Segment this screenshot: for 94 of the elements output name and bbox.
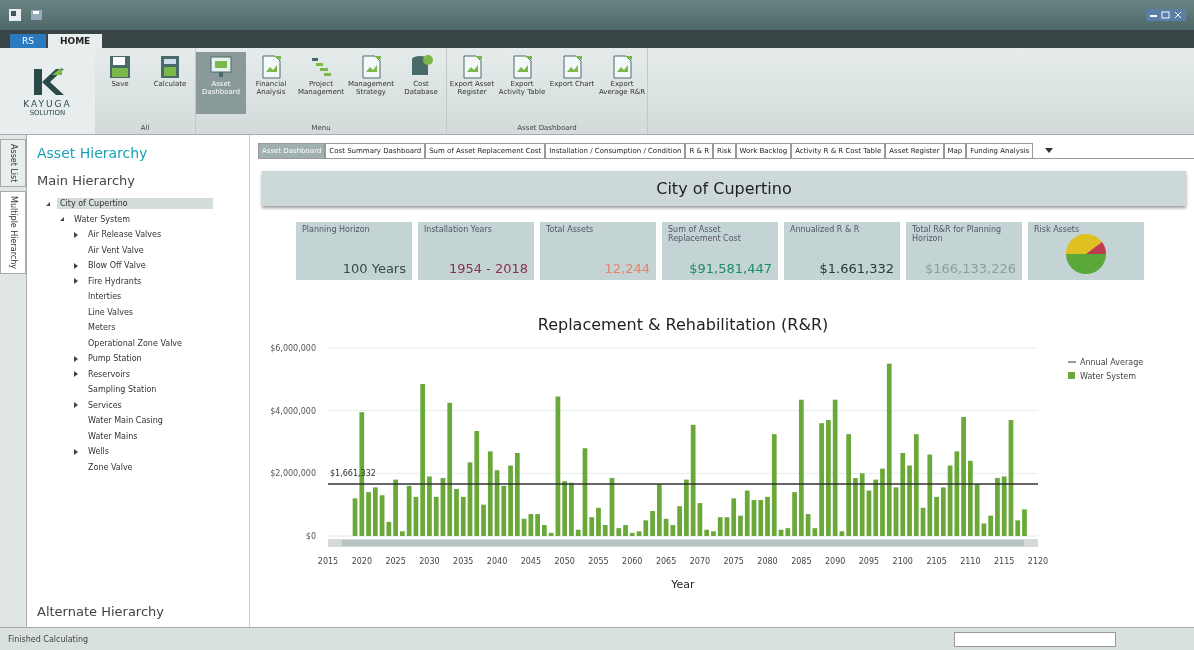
panel-title: Asset Hierarchy [37,145,149,161]
legend-label: Annual Average [1080,358,1144,367]
axis-label: 2080 [757,557,778,566]
side-tab[interactable]: Asset List [0,139,26,188]
axis-label: 2060 [622,557,643,566]
tree-item[interactable]: Air Vent Valve [85,244,147,256]
monitor-icon [209,54,233,80]
pie-chart-drawing [1064,232,1108,276]
card-value: $91,581,447 [688,261,772,276]
axis-label: 2120 [1027,557,1049,566]
calculator-icon [158,54,182,80]
tree-item[interactable]: City of Cupertino [57,198,213,210]
axis-label: 2105 [926,557,947,566]
axis-label: 2055 [588,557,609,566]
app-tab[interactable]: HOME [47,34,103,48]
chart-icon [560,54,584,80]
legend-label: Water System [1080,372,1137,381]
axis-label: 2050 [554,557,575,566]
axis-label: 2075 [723,557,744,566]
document-icon [610,54,634,80]
axis-label: 2070 [689,557,711,566]
card-label: Installation Years [424,226,493,235]
collapsed-arrow-icon[interactable] [73,355,79,362]
axis-label: 2095 [858,557,880,566]
axis-label: 2065 [655,557,677,566]
card-label: Total Assets [546,226,595,235]
axis-label: 2090 [824,557,846,566]
axis-label: $2,000,000 [270,469,316,479]
card-label: Planning Horizon [302,226,371,235]
save-icon[interactable] [30,8,44,22]
card-value: 1954 - 2018 [447,261,528,276]
tree-item[interactable]: Wells [85,446,112,458]
tree-item[interactable]: Zone Valve [85,461,136,473]
axis-label: 2085 [791,557,812,566]
collapsed-arrow-icon[interactable] [73,278,79,285]
axis-label: 2110 [960,557,981,566]
tree-item[interactable]: Operational Zone Valve [85,337,186,349]
card-label: Annualized R & R [790,226,861,235]
collapsed-arrow-icon[interactable] [73,448,79,455]
tree-item[interactable]: Fire Hydrants [85,275,145,287]
tree-item[interactable]: Interties [85,291,125,303]
floppy-icon [108,54,132,80]
side-tab[interactable]: Multiple Hierarchy [0,191,26,275]
tree-item[interactable]: Meters [85,322,119,334]
collapsed-arrow-icon[interactable] [73,402,79,409]
section-title: Main Hierarchy [37,173,136,188]
axis-label: 2115 [994,557,1015,566]
axis-label: 2100 [892,557,913,566]
logo-name: KAYUGA [23,99,72,109]
card-value: $1.661,332 [818,261,894,276]
app-icon[interactable] [8,8,22,22]
legend-line-icon [1067,361,1077,363]
tree-item[interactable]: Pump Station [85,353,145,365]
tree-item[interactable]: Water Mains [85,430,141,442]
axis-label: 2040 [486,557,508,566]
collapsed-arrow-icon[interactable] [73,262,79,269]
horizontal-scrollbar[interactable] [328,539,1038,547]
axis-label: $0 [305,532,316,541]
card-label: Sum of Asset Replacement Cost [668,226,742,244]
tree-item[interactable]: Air Release Valves [85,229,165,241]
expanded-arrow-icon[interactable] [59,216,65,223]
document-icon [460,54,484,80]
axis-label: $6,000,000 [270,344,316,353]
axis-label: 2030 [419,557,440,566]
axis-label: 2045 [520,557,542,566]
section-title: Alternate Hierarchy [37,604,165,619]
chart-title: Replacement & Rehabilitation (R&R) [537,315,829,334]
axis-label: $4,000,000 [270,406,316,416]
card-value: 100 Years [341,261,406,276]
tree-item[interactable]: Reservoirs [85,368,133,380]
axis-label: 2025 [385,557,406,566]
card-label: Risk Assets [1034,226,1081,235]
tree-item[interactable]: Services [85,399,125,411]
collapsed-arrow-icon[interactable] [73,231,79,238]
tree-item[interactable]: Line Valves [85,306,136,318]
dropdown-icon[interactable] [1045,147,1054,154]
app-tab[interactable]: RS [10,34,46,48]
axis-label: 2015 [317,557,339,566]
tree-item[interactable]: Sampling Station [85,384,160,396]
tree-item[interactable]: Water System [71,213,134,225]
axis-title: Year [671,578,695,591]
axis-label: 2020 [351,557,372,566]
tree-item[interactable]: Water Main Casing [85,415,166,427]
dashboard-heading: City of Cupertino [262,171,1186,206]
axis-label: 2035 [453,557,474,566]
window-controls-icon[interactable] [1146,9,1186,21]
collapsed-arrow-icon[interactable] [73,371,79,378]
expanded-arrow-icon[interactable] [45,200,51,207]
card-value: $166,133,226 [924,261,1016,276]
card-label: Total R&R for Planning Horizon [912,226,1003,244]
status-text: Finished Calculating [8,634,89,644]
card-value: 12,244 [603,261,650,276]
tree-item[interactable]: Blow Off Valve [85,260,149,272]
chart-icon [259,54,283,80]
